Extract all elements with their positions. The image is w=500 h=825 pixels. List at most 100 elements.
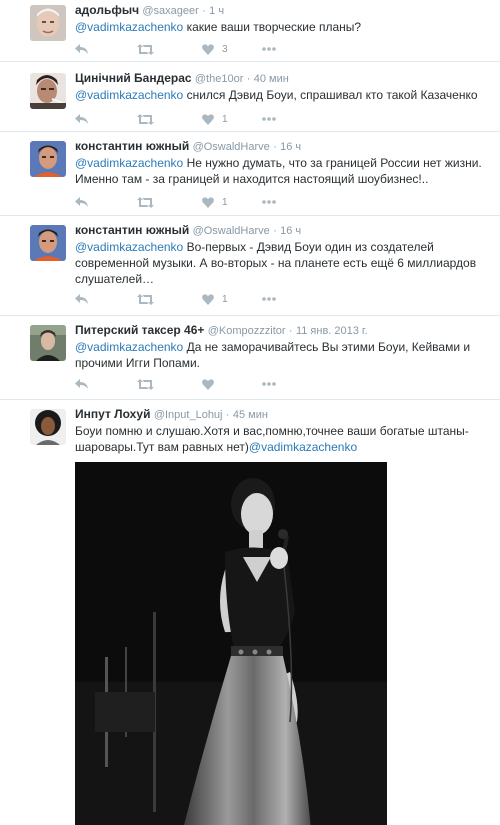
timestamp[interactable]: 16 ч [280,141,301,153]
tweet-text: @vadimkazachenko какие ваши творческие п… [75,19,492,35]
author-name[interactable]: константин южный [75,139,189,153]
reply-button[interactable] [75,195,88,209]
tweet-body: снился Дэвид Боуи, спрашивал кто такой К… [183,88,478,102]
avatar-photo-man [30,225,66,261]
like-button[interactable] [202,377,214,391]
retweet-icon [137,43,154,55]
tweet[interactable]: Питерский таксер 46+ @Kompozzzitor · 11 … [0,320,500,400]
timeline: адольфыч @saxageer · 1 ч @vadimkazachenk… [0,0,500,825]
timestamp[interactable]: 11 янв. 2013 г. [296,325,368,337]
author-name[interactable]: адольфыч [75,3,139,17]
tweet-text: @vadimkazachenko Да не заморачивайтесь В… [75,339,492,371]
avatar-photo-man [30,73,66,109]
like-button[interactable]: 1 [202,292,228,306]
avatar[interactable] [30,5,66,41]
heart-icon [202,378,214,390]
author-handle[interactable]: @Input_Lohuj [154,409,223,421]
retweet-button[interactable] [137,42,154,56]
mention-link[interactable]: @vadimkazachenko [75,156,183,170]
tweet-actions: 1 [75,292,295,306]
heart-icon [202,293,214,305]
tweet-actions: 1 [75,195,295,209]
author-handle[interactable]: @the10or [195,73,243,85]
mention-link[interactable]: @vadimkazachenko [75,20,183,34]
author-name[interactable]: Инпут Лохуй [75,407,150,421]
reply-button[interactable] [75,377,88,391]
reply-button[interactable] [75,42,88,56]
timestamp[interactable]: 16 ч [280,225,301,237]
like-button[interactable]: 1 [202,112,228,126]
like-count: 1 [222,113,228,125]
reply-button[interactable] [75,112,88,126]
author-name[interactable]: константин южный [75,223,189,237]
tweet[interactable]: константин южный @OswaldHarve · 16 ч @va… [0,136,500,216]
tweet-actions: 1 [75,112,295,126]
like-count: 3 [222,43,228,55]
reply-button[interactable] [75,292,88,306]
mention-link[interactable]: @vadimkazachenko [75,240,183,254]
author-handle[interactable]: @Kompozzzitor [208,325,286,337]
avatar[interactable] [30,73,66,109]
separator-dot: · [288,325,293,337]
separator-dot: · [246,73,251,85]
separator-dot: · [225,409,230,421]
tweet-body: какие ваши творческие планы? [183,20,362,34]
heart-icon [202,196,214,208]
retweet-button[interactable] [137,292,154,306]
author-handle[interactable]: @OswaldHarve [193,141,270,153]
more-button[interactable] [262,377,276,391]
more-icon [262,382,276,386]
avatar[interactable] [30,225,66,261]
more-icon [262,117,276,121]
like-button[interactable]: 1 [202,195,228,209]
like-count: 1 [222,293,228,305]
tweet-text: @vadimkazachenko Не нужно думать, что за… [75,155,492,187]
avatar[interactable] [30,141,66,177]
like-count: 1 [222,196,228,208]
heart-icon [202,113,214,125]
mention-link[interactable]: @vadimkazachenko [249,440,357,454]
avatar-photo-person [30,409,66,445]
tweet-photo[interactable] [75,462,387,825]
retweet-icon [137,196,154,208]
avatar-photo-old-man [30,5,66,41]
author-handle[interactable]: @saxageer [142,5,198,17]
retweet-button[interactable] [137,112,154,126]
like-button[interactable]: 3 [202,42,228,56]
reply-icon [75,293,88,304]
more-button[interactable] [262,292,276,306]
separator-dot: · [202,5,206,17]
avatar[interactable] [30,409,66,445]
tweet[interactable]: Цинічний Бандерас @the10or · 40 мин @vad… [0,68,500,132]
retweet-button[interactable] [137,377,154,391]
mention-link[interactable]: @vadimkazachenko [75,88,183,102]
mention-link[interactable]: @vadimkazachenko [75,340,183,354]
author-name[interactable]: Цинічний Бандерас [75,71,192,85]
more-button[interactable] [262,112,276,126]
reply-icon [75,113,88,124]
more-button[interactable] [262,195,276,209]
tweet[interactable]: Инпут Лохуй @Input_Lohuj · 45 мин Боуи п… [0,404,500,825]
tweet[interactable]: адольфыч @saxageer · 1 ч @vadimkazachenk… [0,0,500,62]
avatar[interactable] [30,325,66,361]
tweet[interactable]: константин южный @OswaldHarve · 16 ч @va… [0,220,500,316]
separator-dot: · [273,141,277,153]
author-name[interactable]: Питерский таксер 46+ [75,323,204,337]
heart-icon [202,43,214,55]
retweet-icon [137,113,154,125]
reply-icon [75,43,88,54]
retweet-button[interactable] [137,195,154,209]
more-icon [262,297,276,301]
timestamp[interactable]: 40 мин [254,73,289,85]
tweet-actions: 3 [75,42,295,56]
timestamp[interactable]: 1 ч [209,5,224,17]
tweet-text: Боуи помню и слушаю.Хотя и вас,помню,точ… [75,423,492,455]
more-button[interactable] [262,42,276,56]
separator-dot: · [273,225,277,237]
timestamp[interactable]: 45 мин [233,409,268,421]
retweet-icon [137,378,154,390]
reply-icon [75,196,88,207]
author-handle[interactable]: @OswaldHarve [193,225,270,237]
more-icon [262,200,276,204]
avatar-photo-person [30,325,66,361]
